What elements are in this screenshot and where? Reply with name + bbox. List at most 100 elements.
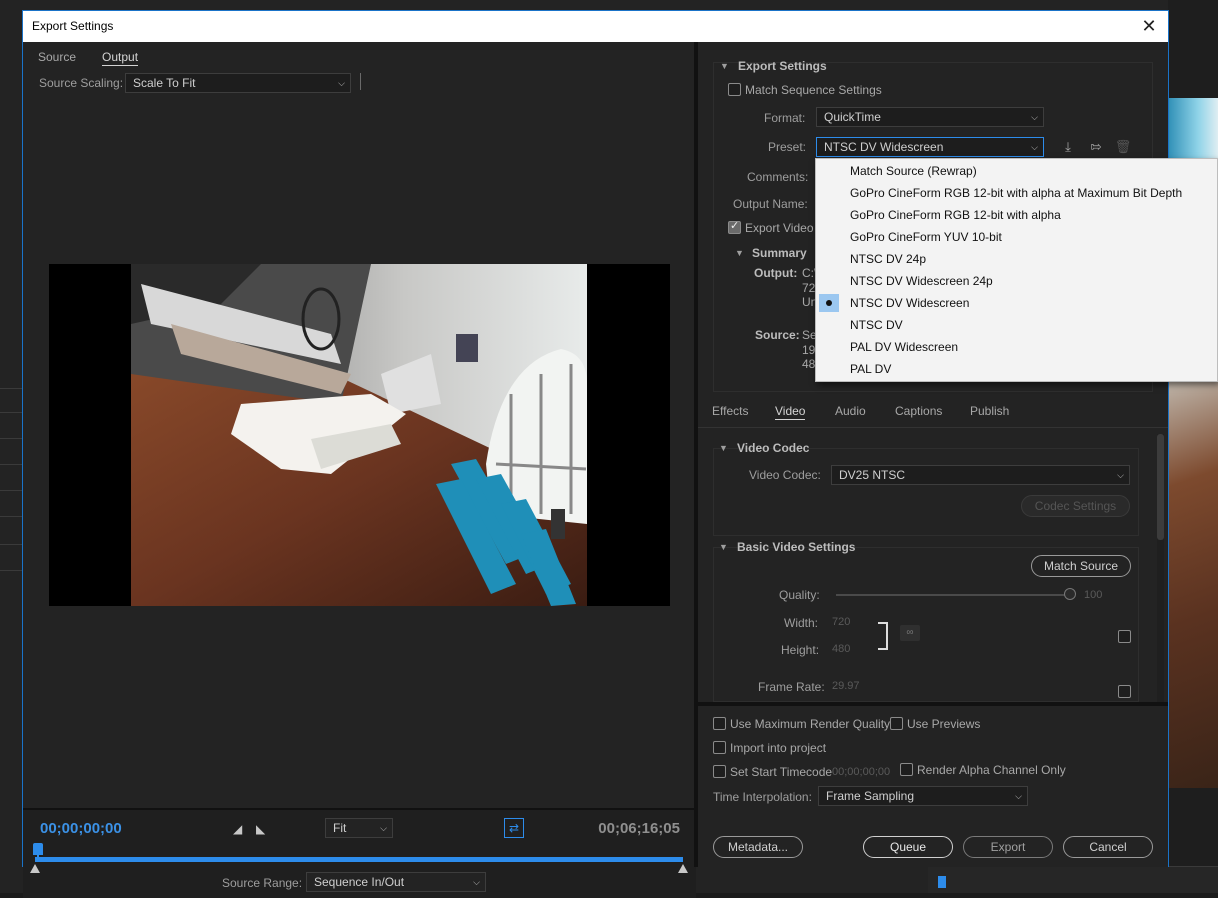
dialog-title: Export Settings [32, 19, 114, 33]
set-start-timecode-checkbox[interactable] [713, 765, 726, 778]
preset-menu-item[interactable]: GoPro CineForm YUV 10-bit [816, 226, 1218, 248]
preset-menu-item[interactable]: NTSC DV [816, 314, 1218, 336]
tab-audio[interactable]: Audio [835, 404, 866, 418]
import-preset-icon[interactable]: ⇰ [1087, 138, 1105, 156]
preset-menu-item[interactable]: NTSC DV Widescreen 24p [816, 270, 1218, 292]
match-source-button[interactable]: Match Source [1031, 555, 1131, 577]
quality-slider-track[interactable] [836, 594, 1066, 596]
chevron-down-icon: ⌵ [380, 823, 387, 833]
quality-value: 100 [1084, 589, 1103, 601]
set-start-timecode-label: Set Start Timecode [730, 765, 833, 779]
time-interpolation-dropdown[interactable]: Frame Sampling ⌵ [818, 786, 1028, 806]
chevron-down-icon: ⌵ [473, 877, 480, 887]
queue-button[interactable]: Queue [863, 836, 953, 858]
tab-source[interactable]: Source [38, 50, 76, 64]
set-out-point-icon[interactable]: ◣ [256, 822, 265, 836]
set-in-point-icon[interactable]: ◢ [233, 822, 242, 836]
output-summary-line: 72 [802, 281, 816, 295]
scrub-track[interactable] [35, 857, 683, 862]
chevron-down-icon: ⌵ [1031, 142, 1038, 152]
match-sequence-checkbox[interactable] [728, 83, 741, 96]
selection-indicator [819, 294, 839, 312]
preset-menu-item-label: PAL DV Widescreen [850, 340, 959, 354]
source-range-label: Source Range: [222, 876, 303, 890]
height-value[interactable]: 480 [832, 643, 850, 655]
preset-menu-item[interactable]: PAL DV Widescreen [816, 336, 1218, 358]
video-codec-label: Video Codec: [749, 468, 821, 482]
export-options-bar: Use Maximum Render Quality Use Previews … [698, 702, 1168, 867]
max-render-quality-label: Use Maximum Render Quality [730, 717, 891, 731]
collapse-twisty-icon[interactable]: ▼ [735, 248, 744, 258]
link-dimensions-icon[interactable]: ∞ [900, 625, 920, 641]
tab-captions[interactable]: Captions [895, 404, 942, 418]
aspect-ratio-correction-icon[interactable]: ⇄ [504, 818, 524, 838]
source-scaling-label: Source Scaling: [39, 76, 124, 90]
start-timecode-value[interactable]: 00;00;00;00 [832, 766, 890, 778]
delete-preset-icon[interactable]: 🗑 [1114, 138, 1132, 156]
background-timeline [928, 866, 1218, 893]
source-scaling-dropdown[interactable]: Scale To Fit ⌵ [125, 73, 351, 93]
close-icon[interactable]: ✕ [1138, 15, 1160, 37]
tab-video[interactable]: Video [775, 404, 806, 420]
width-value[interactable]: 720 [832, 616, 850, 628]
tab-publish[interactable]: Publish [970, 404, 1009, 418]
zoom-dropdown[interactable]: Fit ⌵ [325, 818, 393, 838]
override-frame-rate-checkbox[interactable] [1118, 685, 1131, 698]
timecode-in[interactable]: 00;00;00;00 [40, 820, 122, 837]
background-video-frame-top [1168, 98, 1218, 158]
frame-rate-label: Frame Rate: [758, 680, 825, 694]
tab-output[interactable]: Output [102, 50, 139, 66]
selected-dot-icon [826, 300, 832, 306]
settings-scrollbar[interactable] [1157, 434, 1164, 702]
quality-slider-handle[interactable] [1064, 588, 1076, 600]
preset-label: Preset: [768, 140, 807, 154]
time-interpolation-label: Time Interpolation: [713, 790, 812, 804]
export-video-checkbox[interactable] [728, 219, 741, 234]
import-into-project-checkbox[interactable] [713, 741, 726, 754]
scrollbar-thumb[interactable] [1157, 434, 1164, 540]
use-previews-checkbox[interactable] [890, 717, 903, 730]
background-playhead [938, 876, 946, 888]
codec-settings-button[interactable]: Codec Settings [1021, 495, 1130, 517]
preset-menu-item[interactable]: PAL DV [816, 358, 1218, 380]
dialog-titlebar: Export Settings ✕ [23, 11, 1168, 42]
format-dropdown[interactable]: QuickTime ⌵ [816, 107, 1044, 127]
max-render-quality-checkbox[interactable] [713, 717, 726, 730]
frame-rate-value[interactable]: 29.97 [832, 680, 860, 692]
preset-menu-item[interactable]: NTSC DV 24p [816, 248, 1218, 270]
metadata-button[interactable]: Metadata... [713, 836, 803, 858]
range-end-handle[interactable] [678, 864, 688, 873]
zoom-value: Fit [333, 821, 347, 835]
video-codec-value: DV25 NTSC [839, 468, 906, 482]
tab-effects[interactable]: Effects [712, 404, 748, 418]
divider [360, 73, 361, 90]
preset-menu-item-label: GoPro CineForm YUV 10-bit [850, 230, 1002, 244]
render-alpha-checkbox[interactable] [900, 763, 913, 776]
preset-value: NTSC DV Widescreen [824, 140, 944, 154]
width-label: Width: [784, 616, 819, 630]
save-preset-icon[interactable]: ⤓ [1059, 138, 1077, 156]
collapse-twisty-icon[interactable]: ▼ [719, 443, 728, 453]
override-dimensions-checkbox[interactable] [1118, 630, 1131, 643]
collapse-twisty-icon[interactable]: ▼ [719, 542, 728, 552]
preset-menu-item[interactable]: NTSC DV Widescreen [816, 292, 1218, 314]
export-button[interactable]: Export [963, 836, 1053, 858]
preset-menu-item-label: NTSC DV Widescreen 24p [850, 274, 993, 288]
source-range-dropdown[interactable]: Sequence In/Out ⌵ [306, 872, 486, 892]
playhead-line [37, 854, 39, 862]
preset-dropdown[interactable]: NTSC DV Widescreen ⌵ [816, 137, 1044, 157]
time-interpolation-value: Frame Sampling [826, 789, 915, 803]
chevron-down-icon: ⌵ [1117, 470, 1124, 480]
preset-menu-item-label: GoPro CineForm RGB 12-bit with alpha [850, 208, 1061, 222]
preset-menu-item-label: NTSC DV [850, 318, 903, 332]
range-start-handle[interactable] [30, 864, 40, 873]
preset-menu-item[interactable]: Match Source (Rewrap) [816, 160, 1218, 182]
render-alpha-label: Render Alpha Channel Only [917, 763, 1066, 777]
cancel-button[interactable]: Cancel [1063, 836, 1153, 858]
preset-menu-item[interactable]: GoPro CineForm RGB 12-bit with alpha at … [816, 182, 1218, 204]
preset-menu-item[interactable]: GoPro CineForm RGB 12-bit with alpha [816, 204, 1218, 226]
link-bracket [878, 622, 888, 650]
export-settings-dialog: Export Settings ✕ Source Output Source S… [22, 10, 1169, 898]
collapse-twisty-icon[interactable]: ▼ [720, 61, 729, 71]
video-codec-dropdown[interactable]: DV25 NTSC ⌵ [831, 465, 1130, 485]
